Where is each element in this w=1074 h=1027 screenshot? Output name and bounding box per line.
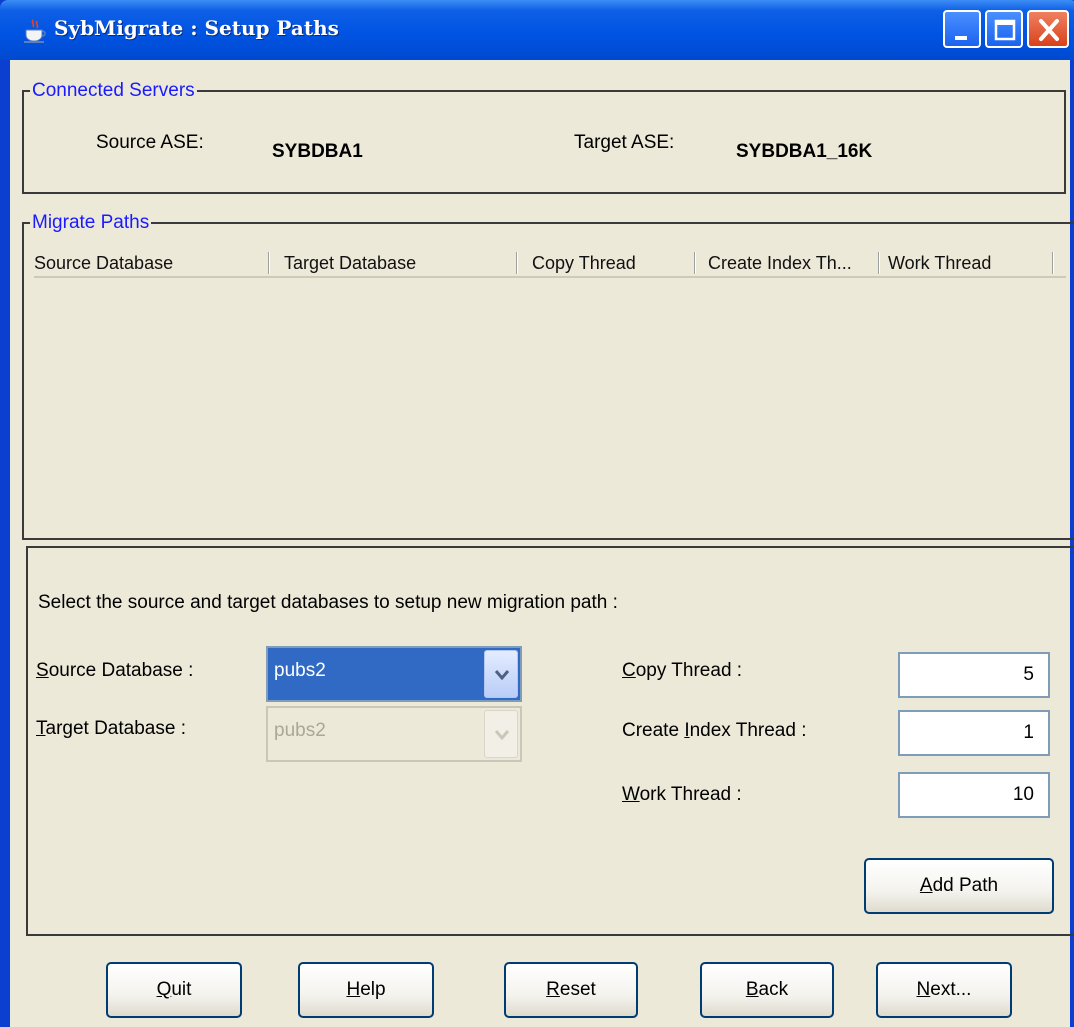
migrate-paths-legend: Migrate Paths — [30, 212, 152, 234]
target-database-dropdown-button[interactable] — [484, 710, 518, 758]
connected-servers-legend: Connected Servers — [30, 80, 197, 102]
target-database-select[interactable]: pubs2 — [266, 706, 522, 762]
source-database-dropdown-button[interactable] — [484, 650, 518, 698]
copy-thread-label: Copy Thread : — [622, 660, 743, 681]
source-database-select[interactable]: pubs2 — [266, 646, 522, 702]
target-database-value: pubs2 — [274, 720, 326, 741]
chevron-down-icon — [494, 670, 510, 681]
target-ase-label: Target ASE: — [574, 132, 675, 153]
column-header-work-thread[interactable]: Work Thread — [882, 248, 1054, 278]
back-button[interactable]: Back — [700, 962, 834, 1018]
source-database-label: Source Database : — [36, 660, 194, 681]
help-button[interactable]: Help — [298, 962, 434, 1018]
column-divider[interactable] — [878, 252, 880, 274]
column-header-copy-thread[interactable]: Copy Thread — [524, 248, 696, 278]
table-header-underline — [34, 276, 1066, 278]
close-icon — [1039, 19, 1059, 41]
create-index-thread-input[interactable]: 1 — [898, 710, 1050, 756]
column-header-create-index-thread[interactable]: Create Index Th... — [702, 248, 880, 278]
reset-button[interactable]: Reset — [504, 962, 638, 1018]
copy-thread-input[interactable]: 5 — [898, 652, 1050, 698]
quit-button[interactable]: Quit — [106, 962, 242, 1018]
work-thread-label: Work Thread : — [622, 784, 742, 805]
window-title: SybMigrate : Setup Paths — [54, 16, 339, 40]
work-thread-input[interactable]: 10 — [898, 772, 1050, 818]
title-bar[interactable]: SybMigrate : Setup Paths — [0, 0, 1074, 60]
java-cup-icon — [24, 19, 46, 43]
column-divider[interactable] — [1052, 252, 1054, 274]
maximize-icon — [994, 19, 1016, 41]
column-divider[interactable] — [516, 252, 518, 274]
column-header-target-database[interactable]: Target Database — [276, 248, 518, 278]
column-divider[interactable] — [694, 252, 696, 274]
target-ase-value: SYBDBA1_16K — [736, 141, 873, 162]
source-database-value: pubs2 — [274, 660, 326, 681]
instruction-text: Select the source and target databases t… — [38, 592, 618, 613]
close-button[interactable] — [1027, 10, 1069, 48]
minimize-button[interactable] — [943, 10, 981, 48]
next-button[interactable]: Next... — [876, 962, 1012, 1018]
add-path-button[interactable]: Add Path — [864, 858, 1054, 914]
minimize-icon — [955, 36, 967, 40]
maximize-button[interactable] — [985, 10, 1023, 48]
chevron-down-icon — [494, 730, 510, 741]
column-header-source-database[interactable]: Source Database — [26, 248, 270, 278]
source-ase-value: SYBDBA1 — [272, 141, 363, 162]
create-index-thread-label: Create Index Thread : — [622, 720, 807, 741]
column-divider[interactable] — [268, 252, 270, 274]
setup-paths-window: SybMigrate : Setup Paths Connected Serve… — [0, 0, 1074, 1027]
target-database-label: Target Database : — [36, 718, 186, 739]
source-ase-label: Source ASE: — [96, 132, 204, 153]
